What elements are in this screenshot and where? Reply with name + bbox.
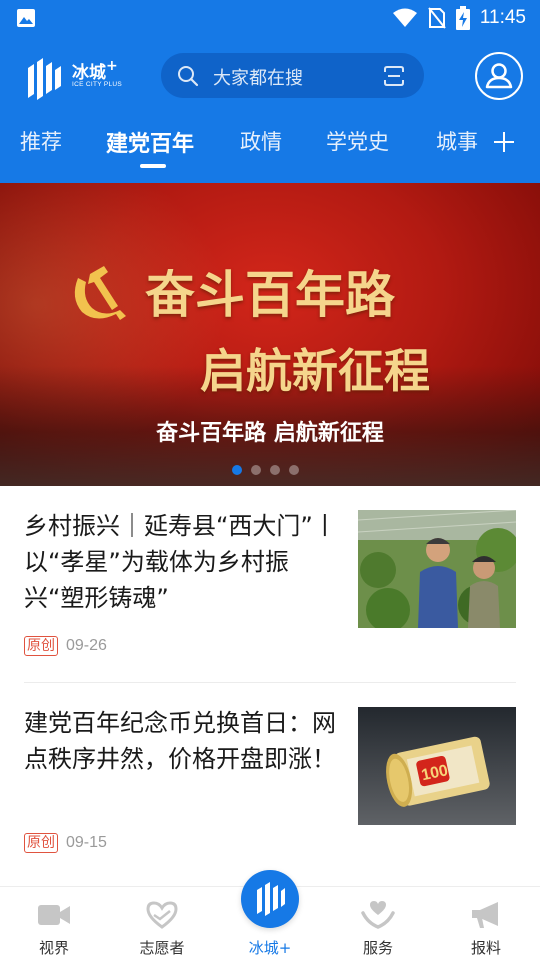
tab-politics[interactable]: 政情 — [240, 126, 282, 156]
app-header: 11:45 冰城+ ICE CITY PLUS 大家都在搜 推荐 建党百年 政情… — [0, 0, 540, 183]
tab-city-affairs[interactable]: 城事 — [436, 126, 478, 156]
status-time: 11:45 — [479, 7, 526, 28]
carousel-dot[interactable] — [251, 465, 261, 475]
coin-roll-photo: 100 — [358, 707, 516, 825]
gallery-notification-icon — [17, 9, 35, 27]
news-thumbnail — [358, 510, 516, 628]
ice-city-logo-icon — [257, 882, 285, 916]
news-title: 乡村振兴｜延寿县“西大门”丨以“孝星”为载体为乡村振兴“塑形铸魂” — [24, 512, 337, 612]
tab-party-centennial[interactable]: 建党百年 — [106, 126, 194, 158]
banner-slogan-line2: 启航新征程 — [200, 344, 430, 398]
nav-item-report[interactable]: 报料 — [432, 887, 540, 961]
tab-party-history[interactable]: 学党史 — [326, 126, 389, 156]
news-date: 09-26 — [66, 637, 107, 654]
nav-item-volunteer[interactable]: 志愿者 — [108, 887, 216, 961]
scan-icon[interactable] — [382, 64, 406, 88]
status-bar: 11:45 — [0, 0, 540, 36]
nav-item-service[interactable]: 服务 — [324, 887, 432, 961]
original-badge: 原创 — [24, 636, 58, 656]
nav-item-vision[interactable]: 视界 — [0, 887, 108, 961]
carousel-dot[interactable] — [232, 465, 242, 475]
nav-label: 志愿者 — [139, 939, 185, 957]
logo-name: 冰城 — [72, 63, 106, 83]
video-icon — [38, 905, 70, 925]
nav-label: 报料 — [470, 939, 501, 957]
banner-slogan-line1: 奋斗百年路 — [145, 265, 395, 324]
app-logo[interactable]: 冰城+ ICE CITY PLUS — [24, 54, 134, 102]
category-tabs: 推荐 建党百年 政情 学党史 城事 — [0, 118, 540, 170]
nav-label: 冰城+ — [248, 939, 292, 957]
news-item[interactable]: 乡村振兴｜延寿县“西大门”丨以“孝星”为载体为乡村振兴“塑形铸魂” 原创 09-… — [0, 486, 540, 682]
wifi-icon — [392, 8, 417, 27]
hammer-sickle-emblem-icon — [74, 266, 126, 320]
user-icon — [485, 63, 513, 89]
search-bar[interactable]: 大家都在搜 — [161, 53, 424, 98]
megaphone-icon — [472, 902, 498, 928]
news-title: 建党百年纪念币兑换首日：网点秩序井然，价格开盘即涨！ — [24, 709, 336, 773]
news-date: 09-15 — [66, 834, 107, 851]
banner-caption: 奋斗百年路 启航新征程 — [156, 421, 384, 446]
user-avatar-button[interactable] — [475, 52, 523, 100]
battery-charging-icon — [455, 6, 470, 30]
farmers-photo — [358, 510, 516, 628]
carousel-dots — [232, 465, 299, 475]
active-tab-indicator — [140, 164, 166, 168]
carousel-dot[interactable] — [270, 465, 280, 475]
original-badge: 原创 — [24, 833, 58, 853]
search-icon — [178, 66, 199, 87]
service-hands-icon — [361, 901, 395, 929]
nav-label: 服务 — [362, 939, 393, 957]
news-thumbnail: 100 — [358, 707, 516, 825]
ice-city-logo-icon — [28, 58, 61, 100]
heart-hands-icon — [146, 901, 178, 929]
carousel-dot[interactable] — [289, 465, 299, 475]
tab-recommend[interactable]: 推荐 — [20, 126, 62, 156]
no-sim-icon — [428, 7, 446, 29]
search-placeholder: 大家都在搜 — [213, 68, 303, 89]
ice-city-center-button[interactable] — [241, 870, 299, 928]
nav-label: 视界 — [38, 939, 69, 957]
add-tab-icon[interactable] — [492, 130, 516, 154]
logo-subtitle: ICE CITY PLUS — [72, 81, 123, 88]
news-item[interactable]: 建党百年纪念币兑换首日：网点秩序井然，价格开盘即涨！ 100 原创 09-15 — [0, 683, 540, 879]
logo-plus: + — [106, 58, 118, 74]
